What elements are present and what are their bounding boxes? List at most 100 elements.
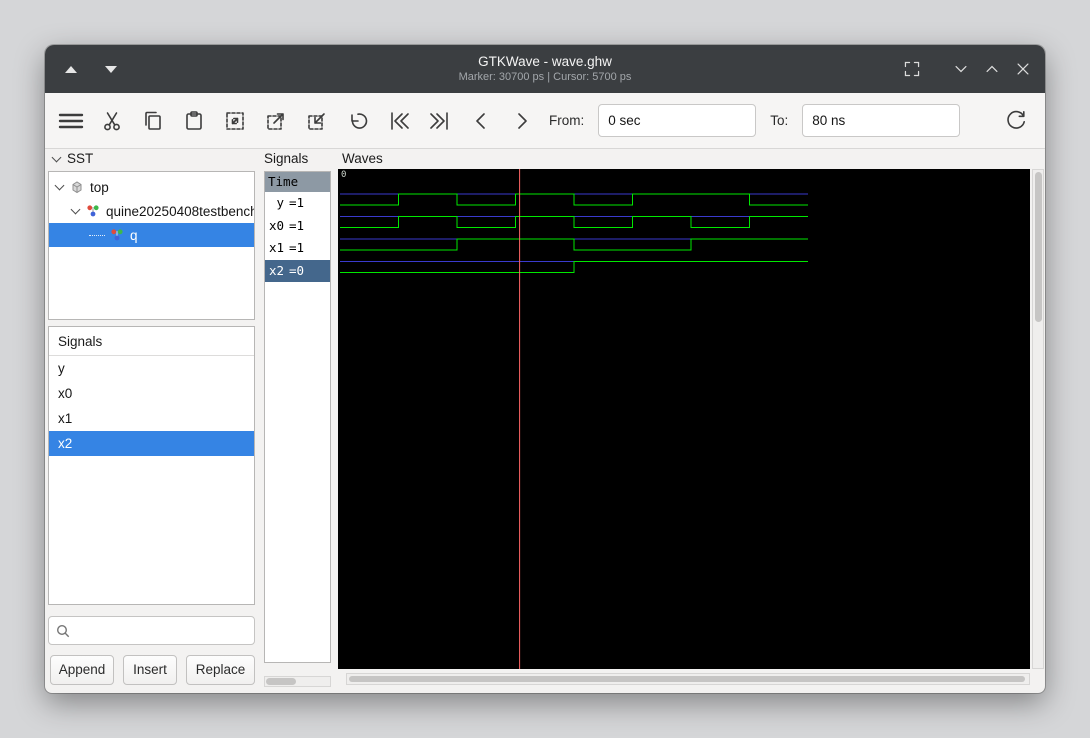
reload-icon xyxy=(1006,110,1025,129)
scroll-up-button[interactable] xyxy=(61,59,81,79)
signal-name: x2 xyxy=(268,262,284,278)
fit-icon xyxy=(904,61,920,77)
tree-label-testbench: quine20250408testbench xyxy=(106,203,254,219)
signal-name: y xyxy=(276,195,284,210)
sst-pane-header[interactable]: SST xyxy=(51,151,94,166)
undo-button[interactable] xyxy=(344,107,371,134)
wave-canvas[interactable]: 0 xyxy=(338,169,1030,669)
from-input[interactable] xyxy=(598,104,757,137)
titlebar[interactable]: GTKWave - wave.ghw Marker: 30700 ps | Cu… xyxy=(45,45,1045,93)
tree-row-top[interactable]: top xyxy=(49,175,254,199)
zoom-in-icon xyxy=(266,112,284,130)
expander-chevron-icon[interactable] xyxy=(70,204,81,215)
shade-up-button[interactable] xyxy=(982,59,1002,79)
name-row-x0[interactable]: x0 =1 xyxy=(265,215,330,238)
triangle-up-icon xyxy=(65,65,77,73)
tree-label-process-q: q xyxy=(130,227,138,243)
step-back-button[interactable] xyxy=(467,107,494,134)
to-label: To: xyxy=(770,113,789,128)
signal-value: =1 xyxy=(289,217,305,233)
chevron-down-icon xyxy=(955,65,967,73)
skip-to-start-button[interactable] xyxy=(385,107,412,134)
shade-down-button[interactable] xyxy=(951,59,971,79)
tree-row-process-q[interactable]: q xyxy=(49,223,254,247)
search-icon xyxy=(56,624,70,637)
undo-icon xyxy=(350,112,367,129)
fit-window-button[interactable] xyxy=(902,59,922,79)
append-button[interactable]: Append xyxy=(50,655,114,685)
zoom-fit-button[interactable] xyxy=(221,107,248,134)
cut-button[interactable] xyxy=(98,107,125,134)
wave-svg xyxy=(340,169,808,669)
window-title: GTKWave - wave.ghw xyxy=(478,54,612,69)
triangle-down-icon xyxy=(105,65,117,73)
wave-trace-x2 xyxy=(340,261,808,273)
signal-value: =0 xyxy=(289,262,305,278)
name-row-x2[interactable]: x2 =0 xyxy=(265,259,330,282)
copy-button[interactable] xyxy=(139,107,166,134)
pane-splitter-right[interactable] xyxy=(332,149,337,690)
signal-list-item-x1[interactable]: x1 xyxy=(49,406,254,431)
pane-splitter-left[interactable] xyxy=(257,149,262,690)
signal-name: x1 xyxy=(268,240,284,255)
zoom-in-button[interactable] xyxy=(262,107,289,134)
reload-button[interactable] xyxy=(1002,107,1029,134)
time-header-cell[interactable]: Time xyxy=(265,172,330,192)
skip-start-icon xyxy=(390,111,409,130)
menu-icon xyxy=(58,113,83,128)
replace-button[interactable]: Replace xyxy=(186,655,255,685)
chevron-left-icon xyxy=(475,112,485,129)
waves-vertical-scrollbar[interactable] xyxy=(1032,169,1044,669)
signal-value: =1 xyxy=(289,240,305,255)
signal-list-item-x0[interactable]: x0 xyxy=(49,381,254,406)
marker-cursor-status: Marker: 30700 ps | Cursor: 5700 ps xyxy=(458,71,632,83)
menu-button[interactable] xyxy=(57,107,84,134)
waves-vscroll-thumb[interactable] xyxy=(1035,172,1042,322)
wave-trace-x1 xyxy=(340,238,808,251)
skip-to-end-button[interactable] xyxy=(426,107,453,134)
scroll-down-button[interactable] xyxy=(101,59,121,79)
names-pane-label: Signals xyxy=(264,151,309,166)
to-input[interactable] xyxy=(802,104,961,137)
waves-hscroll-thumb[interactable] xyxy=(349,676,1025,682)
signal-value: =1 xyxy=(289,195,305,210)
module-cube-icon xyxy=(72,181,82,194)
process-icon xyxy=(111,229,123,241)
component-icon xyxy=(87,205,99,217)
tree-connector-dotted-line xyxy=(89,234,105,236)
signals-list-header: Signals xyxy=(49,327,254,356)
insert-button[interactable]: Insert xyxy=(123,655,177,685)
waves-horizontal-scrollbar[interactable] xyxy=(346,673,1030,685)
close-icon xyxy=(1017,63,1029,75)
signal-name: x0 xyxy=(268,217,284,233)
expander-chevron-icon[interactable] xyxy=(54,180,65,191)
signal-list-item-y[interactable]: y xyxy=(49,356,254,381)
skip-end-icon xyxy=(429,111,448,130)
search-input[interactable] xyxy=(76,617,254,644)
paste-button[interactable] xyxy=(180,107,207,134)
names-hscroll-thumb[interactable] xyxy=(266,678,296,685)
name-row-y[interactable]: y =1 xyxy=(265,192,330,215)
chevron-right-icon xyxy=(517,112,527,129)
sst-collapse-chevron-icon xyxy=(51,152,62,162)
tree-row-testbench[interactable]: quine20250408testbench xyxy=(49,199,254,223)
sst-pane-label: SST xyxy=(67,151,94,166)
names-horizontal-scrollbar[interactable] xyxy=(264,676,331,687)
signal-list-item-x2[interactable]: x2 xyxy=(49,431,254,456)
signal-search-box[interactable] xyxy=(48,616,255,645)
chevron-up-icon xyxy=(986,65,998,73)
from-label: From: xyxy=(549,113,585,128)
toolbar: From: To: xyxy=(45,93,1045,149)
sst-signals-panel: Signals y x0 x1 x2 xyxy=(48,326,255,605)
copy-icon xyxy=(144,111,161,130)
close-window-button[interactable] xyxy=(1013,59,1033,79)
gtkwave-window: GTKWave - wave.ghw Marker: 30700 ps | Cu… xyxy=(45,45,1045,693)
zoom-fit-icon xyxy=(225,111,244,130)
zoom-out-icon xyxy=(307,112,325,130)
scissors-icon xyxy=(103,111,120,130)
titlebar-left-controls xyxy=(61,45,121,93)
wave-trace-x0 xyxy=(340,216,808,228)
step-forward-button[interactable] xyxy=(508,107,535,134)
name-row-x1[interactable]: x1 =1 xyxy=(265,237,330,260)
zoom-out-button[interactable] xyxy=(303,107,330,134)
